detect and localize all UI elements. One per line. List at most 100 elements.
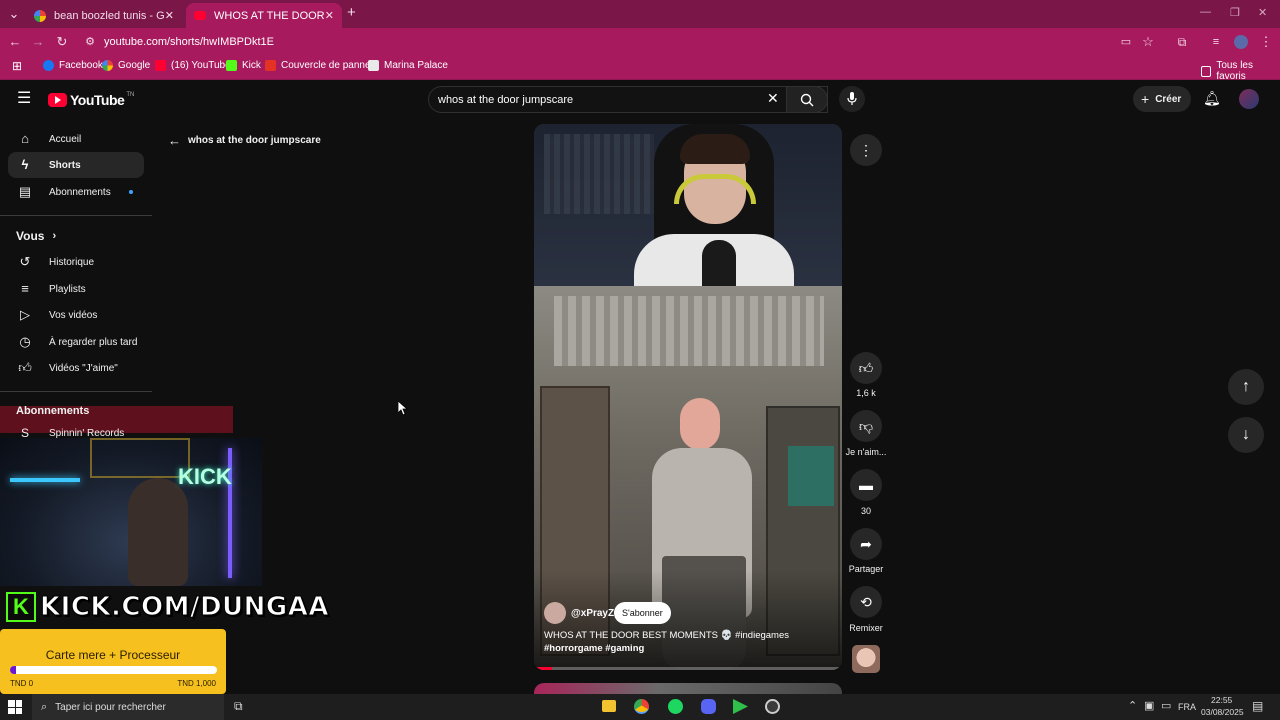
comments-button[interactable]: ▬	[850, 469, 882, 501]
sidebar-item-home[interactable]: ⌂ Accueil	[0, 126, 152, 152]
dislike-button[interactable]: 👎︎	[850, 410, 882, 442]
chrome-taskbar-icon[interactable]	[634, 699, 649, 714]
browser-tab-google[interactable]: bean boozled tunis - Google Se ✕	[26, 3, 182, 28]
back-to-search[interactable]: ← whos at the door jumpscare	[168, 133, 321, 148]
account-avatar[interactable]	[1239, 89, 1259, 109]
sidebar-item-your-videos[interactable]: ▷ Vos vidéos	[0, 302, 152, 328]
clock-date[interactable]: 03/08/2025	[1201, 707, 1244, 717]
remix-label: Remixer	[849, 623, 883, 633]
apps-grid-icon[interactable]: ⊞	[12, 59, 22, 73]
reload-icon[interactable]: ↻	[52, 28, 72, 56]
bookmark-google[interactable]: Google	[102, 60, 150, 71]
clear-search-icon[interactable]: ✕	[767, 91, 779, 105]
create-button[interactable]: + Créer	[1133, 86, 1191, 112]
sidebar-item-watch-later[interactable]: ◷ À regarder plus tard	[0, 329, 152, 355]
notifications-bell-icon[interactable]: 🔔︎	[1203, 90, 1221, 107]
more-options-button[interactable]: ⋮	[850, 134, 882, 166]
google-icon	[102, 60, 113, 71]
dislike-label: Je n'aim...	[845, 447, 887, 457]
cast-icon[interactable]: ▭	[1116, 28, 1136, 56]
search-input[interactable]	[438, 90, 758, 109]
sidebar-item-playlists[interactable]: ≡ Playlists	[0, 276, 152, 302]
next-short-button[interactable]: ↓	[1228, 417, 1264, 453]
share-label: Partager	[848, 564, 884, 574]
search-icon: ⌕	[41, 700, 48, 713]
new-tab-button[interactable]: +	[347, 4, 356, 21]
youtube-logo[interactable]: YouTube TN	[48, 92, 134, 108]
all-bookmarks-label: Tous les favoris	[1216, 60, 1253, 82]
network-icon[interactable]: ▭	[1161, 699, 1171, 712]
search-button[interactable]	[786, 86, 828, 113]
maximize-icon[interactable]: ❐	[1230, 6, 1240, 19]
tab-search-icon[interactable]: ⌄	[4, 0, 24, 28]
google-favicon-icon	[34, 9, 46, 22]
streamer-webcam: KICK	[0, 438, 262, 586]
bookmark-facebook[interactable]: Facebook	[43, 60, 103, 71]
windows-start-icon[interactable]	[8, 700, 22, 714]
discord-icon[interactable]	[701, 699, 716, 714]
app-icon[interactable]	[733, 699, 748, 714]
sidebar-divider	[0, 391, 152, 392]
channel-handle[interactable]: @xPrayZ	[571, 608, 614, 619]
star-icon[interactable]: ☆	[1138, 28, 1158, 56]
close-icon[interactable]: ✕	[165, 9, 174, 22]
kebab-menu-icon: ⋮	[859, 142, 873, 158]
share-button[interactable]: ➦	[850, 528, 882, 560]
file-explorer-icon[interactable]	[602, 700, 616, 712]
webcam-person	[128, 478, 188, 586]
sidebar-item-shorts[interactable]: ϟ Shorts	[8, 152, 144, 178]
previous-short-button[interactable]: ↑	[1228, 369, 1264, 405]
address-bar[interactable]: youtube.com/shorts/hwIMBPDkt1E	[104, 36, 274, 48]
hamburger-menu-icon[interactable]: ☰	[17, 91, 31, 107]
browser-tab-youtube[interactable]: WHOS AT THE DOOR BEST MO ✕	[186, 3, 342, 28]
you-section-header[interactable]: Vous ›	[16, 229, 56, 243]
spotify-icon[interactable]	[668, 699, 683, 714]
close-icon[interactable]: ✕	[325, 9, 334, 22]
voice-search-button[interactable]	[839, 86, 865, 112]
like-button[interactable]: 👍︎	[850, 352, 882, 384]
tray-chevron-icon[interactable]: ⌃	[1128, 699, 1137, 712]
channel-avatar[interactable]	[544, 602, 566, 624]
tray-device-icon[interactable]: ▣	[1144, 699, 1154, 712]
short-video-player[interactable]: @xPrayZ S'abonner WHOS AT THE DOOR BEST …	[534, 124, 842, 670]
sidebar-item-subscriptions[interactable]: ▤ Abonnements	[0, 179, 152, 205]
curtain	[554, 296, 824, 366]
bookmark-couvercle[interactable]: Couvercle de panne...	[265, 60, 379, 71]
bookmark-youtube[interactable]: (16) YouTube	[155, 60, 231, 71]
subscribe-button[interactable]: S'abonner	[614, 602, 671, 624]
menu-kebab-icon[interactable]: ⋮	[1256, 28, 1276, 56]
bookmark-kick[interactable]: Kick	[226, 60, 261, 71]
bookmark-marina[interactable]: Marina Palace	[368, 60, 448, 71]
video-progress-bar[interactable]	[534, 667, 842, 670]
youtube-icon	[155, 60, 166, 71]
subscriptions-icon: ▤	[18, 184, 32, 199]
site-info-icon[interactable]: ⚙	[80, 28, 100, 56]
sound-thumbnail[interactable]	[852, 645, 880, 673]
sidebar-item-label: Vos vidéos	[49, 309, 98, 321]
extensions-icon[interactable]: ⧉	[1172, 28, 1192, 56]
minimize-icon[interactable]: —	[1200, 6, 1211, 18]
taskbar-search-box[interactable]: ⌕ Taper ici pour rechercher	[32, 694, 224, 720]
obs-icon[interactable]	[765, 699, 780, 714]
comments-count: 30	[860, 506, 871, 516]
all-bookmarks[interactable]: Tous les favoris	[1201, 60, 1280, 82]
youtube-favicon-icon	[194, 11, 206, 20]
subscriptions-section-header: Abonnements	[16, 405, 90, 417]
watch-later-icon: ◷	[19, 334, 31, 349]
profile-avatar[interactable]	[1234, 35, 1248, 49]
sidebar-item-label: Vidéos "J'aime"	[49, 362, 118, 374]
media-icon[interactable]: ≡	[1206, 28, 1226, 56]
back-arrow-icon[interactable]: ←	[5, 28, 25, 56]
task-view-icon[interactable]: ⧉	[234, 699, 243, 714]
short-title-line-2[interactable]: #horrorgame #gaming	[544, 643, 644, 654]
short-title-line-1[interactable]: WHOS AT THE DOOR BEST MOMENTS 💀 #indiega…	[544, 630, 789, 641]
forward-arrow-icon[interactable]: →	[28, 28, 48, 56]
sidebar-item-history[interactable]: ↺ Historique	[0, 249, 152, 275]
remix-button[interactable]: ⟲	[850, 586, 882, 618]
language-indicator[interactable]: FRA	[1178, 702, 1196, 712]
bookmarks-bar: ⊞ Facebook Google (16) YouTube Kick Couv…	[0, 56, 1280, 82]
clock-time[interactable]: 22:55	[1211, 695, 1232, 705]
notifications-icon[interactable]: ▤	[1252, 699, 1263, 713]
sidebar-item-liked-videos[interactable]: 👍︎ Vidéos "J'aime"	[0, 355, 152, 381]
window-close-icon[interactable]: ✕	[1258, 6, 1267, 19]
